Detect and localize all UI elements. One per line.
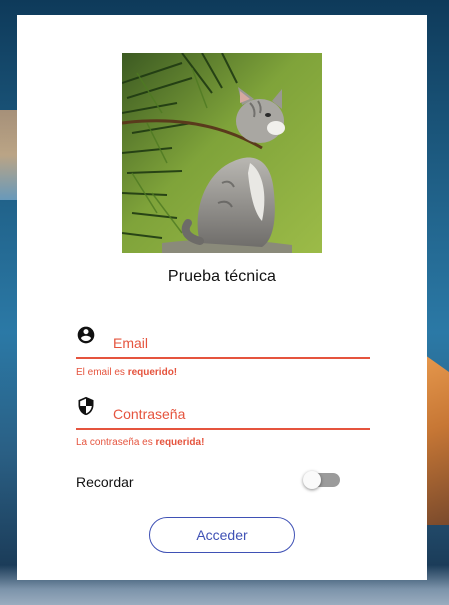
email-field-container	[76, 325, 370, 359]
remember-toggle[interactable]	[303, 471, 340, 489]
submit-button[interactable]: Acceder	[149, 517, 295, 553]
email-error: El email es requerido!	[76, 367, 177, 378]
account-circle-icon	[76, 325, 96, 345]
login-card: Prueba técnica El email es requerido! La…	[17, 15, 427, 580]
password-error-emphasis: requerida!	[155, 437, 205, 448]
password-error-text: La contraseña es	[76, 437, 156, 448]
password-field-container	[76, 396, 370, 430]
shield-icon	[76, 396, 96, 416]
toggle-knob	[303, 471, 321, 489]
kitten-illustration	[122, 53, 322, 253]
page-title: Prueba técnica	[167, 268, 277, 285]
remember-label: Recordar	[76, 474, 134, 490]
kitten-image	[122, 53, 322, 253]
email-error-text: El email es	[76, 367, 128, 378]
email-input[interactable]	[113, 333, 363, 353]
password-input[interactable]	[113, 404, 363, 424]
background-cloud	[0, 110, 18, 200]
password-error: La contraseña es requerida!	[76, 437, 204, 448]
email-error-emphasis: requerido!	[127, 367, 178, 378]
